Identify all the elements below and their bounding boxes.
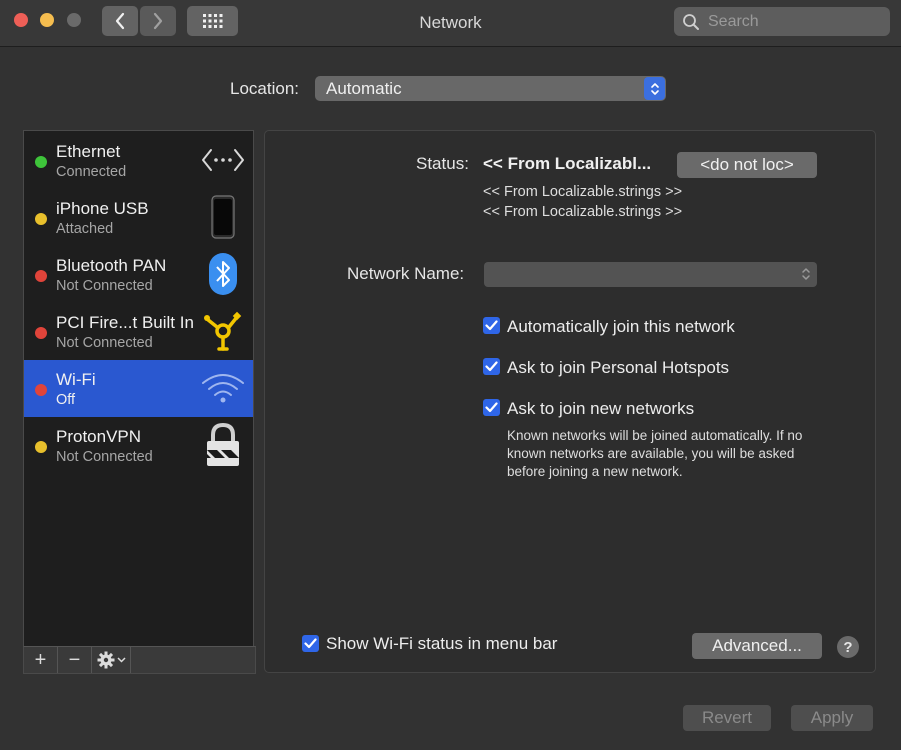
service-item-firewire[interactable]: PCI Fire...t Built In Not Connected: [24, 303, 253, 360]
service-name: iPhone USB: [56, 199, 149, 218]
service-item-bluetooth-pan[interactable]: Bluetooth PAN Not Connected: [24, 246, 253, 303]
revert-button[interactable]: Revert: [683, 705, 771, 731]
new-networks-checkbox[interactable]: [483, 399, 500, 416]
status-value: << From Localizabl...: [483, 154, 652, 173]
search-field[interactable]: [674, 7, 890, 36]
advanced-button[interactable]: Advanced...: [692, 633, 822, 659]
service-item-ethernet[interactable]: Ethernet Connected: [24, 132, 253, 189]
menu-bar-status-label: Show Wi-Fi status in menu bar: [326, 634, 558, 653]
service-status: Attached: [56, 221, 114, 237]
status-dot: [35, 270, 47, 282]
updown-arrows-icon: [802, 268, 810, 280]
personal-hotspots-checkbox[interactable]: [483, 358, 500, 375]
service-status: Not Connected: [56, 449, 153, 465]
service-status: Not Connected: [56, 335, 153, 351]
service-name: Wi-Fi: [56, 370, 96, 389]
search-input[interactable]: [706, 11, 880, 32]
checkmark-icon: [485, 402, 498, 413]
gear-icon: [97, 651, 114, 669]
new-networks-help-text: Known networks will be joined automatica…: [507, 428, 803, 479]
help-button[interactable]: ?: [837, 636, 859, 658]
title-bar: Network: [0, 0, 901, 47]
status-dot: [35, 213, 47, 225]
service-item-iphone-usb[interactable]: iPhone USB Attached: [24, 189, 253, 246]
vpn-lock-icon: [200, 421, 246, 469]
checkmark-icon: [485, 361, 498, 372]
new-networks-label: Ask to join new networks: [507, 399, 695, 418]
service-item-protonvpn[interactable]: ProtonVPN Not Connected: [24, 417, 253, 474]
service-status: Off: [56, 392, 76, 408]
minus-icon: −: [68, 648, 81, 671]
action-menu-button[interactable]: [92, 647, 131, 673]
add-service-button[interactable]: +: [24, 647, 58, 673]
service-status: Connected: [56, 164, 127, 180]
bluetooth-icon: [200, 250, 246, 298]
network-name-label: Network Name:: [347, 264, 465, 283]
service-item-wifi[interactable]: Wi-Fi Off: [24, 360, 253, 417]
service-name: ProtonVPN: [56, 427, 142, 446]
checkmark-icon: [485, 320, 498, 331]
status-dot: [35, 384, 47, 396]
status-dot: [35, 156, 47, 168]
status-detail: << From Localizable.strings >>: [483, 184, 683, 200]
remove-service-button[interactable]: −: [58, 647, 92, 673]
status-dot: [35, 441, 47, 453]
search-icon: [683, 13, 699, 30]
location-popup[interactable]: Automatic: [315, 76, 666, 101]
apply-button[interactable]: Apply: [791, 705, 873, 731]
menu-bar-status-checkbox[interactable]: [302, 635, 319, 652]
service-list-toolbar: + −: [23, 646, 256, 674]
service-status: Not Connected: [56, 278, 153, 294]
wifi-icon: [200, 364, 246, 412]
firewire-icon: [200, 307, 246, 355]
ethernet-icon: [200, 136, 246, 184]
chevron-down-icon: [116, 657, 126, 663]
service-name: Bluetooth PAN: [56, 256, 167, 275]
service-name: Ethernet: [56, 142, 121, 161]
auto-join-label: Automatically join this network: [507, 317, 735, 336]
wifi-toggle-button[interactable]: <do not loc>: [677, 152, 817, 178]
updown-arrows-icon: [644, 77, 665, 100]
service-list: Ethernet Connected iPhone USB Attached B…: [23, 130, 254, 673]
auto-join-checkbox[interactable]: [483, 317, 500, 334]
status-label: Status:: [416, 154, 469, 173]
network-name-popup[interactable]: [484, 262, 817, 287]
location-label: Location:: [230, 79, 299, 98]
location-value: Automatic: [326, 79, 402, 98]
status-dot: [35, 327, 47, 339]
iphone-icon: [200, 193, 246, 241]
plus-icon: +: [34, 648, 47, 671]
service-name: PCI Fire...t Built In: [56, 313, 194, 332]
personal-hotspots-label: Ask to join Personal Hotspots: [507, 358, 730, 377]
checkmark-icon: [304, 638, 317, 649]
status-detail: << From Localizable.strings >>: [483, 204, 683, 220]
